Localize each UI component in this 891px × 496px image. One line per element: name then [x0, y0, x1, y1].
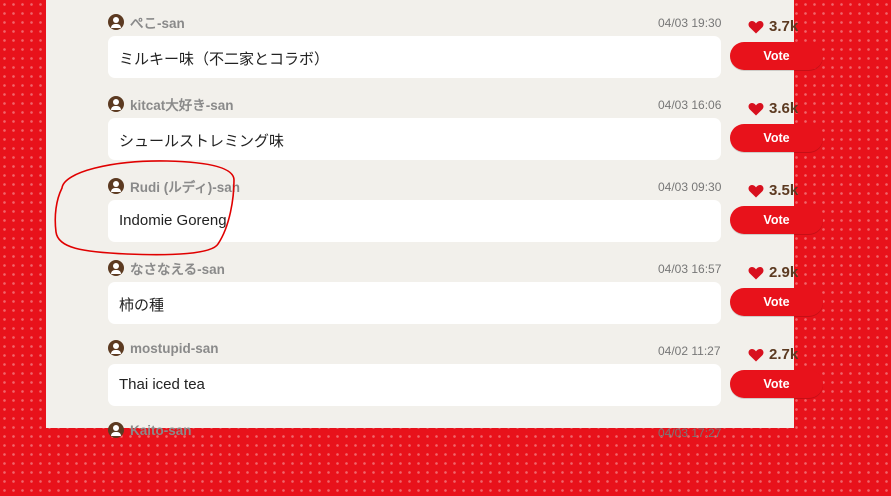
suggestion-bubble: 柿の種 [108, 282, 721, 324]
entries-panel: ぺこ-san 04/03 19:30 ミルキー味（不二家とコラボ） 3.7k V… [46, 0, 823, 440]
entry-user[interactable]: Rudi (ルディ)-san [108, 176, 240, 196]
heart-icon [748, 348, 764, 361]
vote-button[interactable]: Vote [730, 288, 823, 316]
user-avatar-icon [108, 14, 124, 30]
user-avatar-icon [108, 96, 124, 112]
timestamp: 04/03 16:57 [658, 262, 722, 276]
vote-button[interactable]: Vote [730, 370, 823, 398]
like-count: 2.9k [769, 264, 799, 281]
username: ぺこ-san [130, 16, 185, 31]
suggestion-bubble: Indomie Goreng [108, 200, 721, 242]
timestamp: 04/03 09:30 [658, 180, 722, 194]
suggestion-bubble: シュールストレミング味 [108, 118, 721, 160]
like-count-group: 2.9k [748, 264, 798, 281]
username: Kaito-san [130, 422, 192, 438]
heart-icon [748, 266, 764, 279]
vote-button[interactable]: Vote [730, 42, 823, 70]
entry-user[interactable]: kitcat大好き-san [108, 94, 234, 114]
user-avatar-icon [108, 178, 124, 194]
entry-user[interactable]: mostupid-san [108, 340, 219, 356]
list-item: Rudi (ルディ)-san 04/03 09:30 Indomie Goren… [108, 168, 824, 250]
username: Rudi (ルディ)-san [130, 180, 241, 195]
heart-icon [748, 184, 764, 197]
username: なさなえる-san [130, 262, 225, 277]
like-count: 3.7k [769, 18, 799, 35]
like-count: 2.7k [769, 346, 799, 363]
suggestion-text: Indomie Goreng [119, 212, 227, 229]
timestamp: 04/03 16:06 [658, 98, 722, 112]
list-item: mostupid-san 04/02 11:27 Thai iced tea 2… [108, 332, 824, 414]
like-count-group: 2.7k [748, 346, 798, 363]
list-item: ぺこ-san 04/03 19:30 ミルキー味（不二家とコラボ） 3.7k V… [108, 4, 824, 86]
heart-icon [748, 102, 764, 115]
entry-user[interactable]: Kaito-san [108, 422, 192, 438]
list-item: なさなえる-san 04/03 16:57 柿の種 2.9k Vote [108, 250, 824, 332]
user-avatar-icon [108, 340, 124, 356]
like-count-group: 3.5k [748, 182, 798, 199]
vote-button[interactable]: Vote [730, 124, 823, 152]
suggestion-text: ミルキー味（不二家とコラボ） [119, 51, 330, 68]
user-avatar-icon [108, 260, 124, 276]
heart-icon [748, 20, 764, 33]
username: kitcat大好き-san [130, 98, 234, 113]
entry-user[interactable]: なさなえる-san [108, 258, 225, 278]
entry-user[interactable]: ぺこ-san [108, 12, 185, 32]
timestamp: 04/03 19:30 [658, 16, 722, 30]
like-count-group: 3.6k [748, 100, 798, 117]
suggestion-bubble: Thai iced tea [108, 364, 721, 406]
suggestion-text: 柿の種 [119, 297, 165, 314]
list-item: Kaito-san 04/03 17:27 [108, 414, 824, 496]
timestamp: 04/02 11:27 [658, 344, 721, 358]
like-count: 3.6k [769, 100, 799, 117]
like-count-group: 3.7k [748, 18, 798, 35]
suggestion-text: Thai iced tea [119, 376, 205, 393]
suggestion-text: シュールストレミング味 [119, 133, 285, 150]
timestamp: 04/03 17:27 [658, 426, 722, 440]
vote-button[interactable]: Vote [730, 206, 823, 234]
user-avatar-icon [108, 422, 124, 438]
list-item: kitcat大好き-san 04/03 16:06 シュールストレミング味 3.… [108, 86, 824, 168]
suggestion-bubble: ミルキー味（不二家とコラボ） [108, 36, 721, 78]
username: mostupid-san [130, 340, 219, 356]
like-count: 3.5k [769, 182, 799, 199]
